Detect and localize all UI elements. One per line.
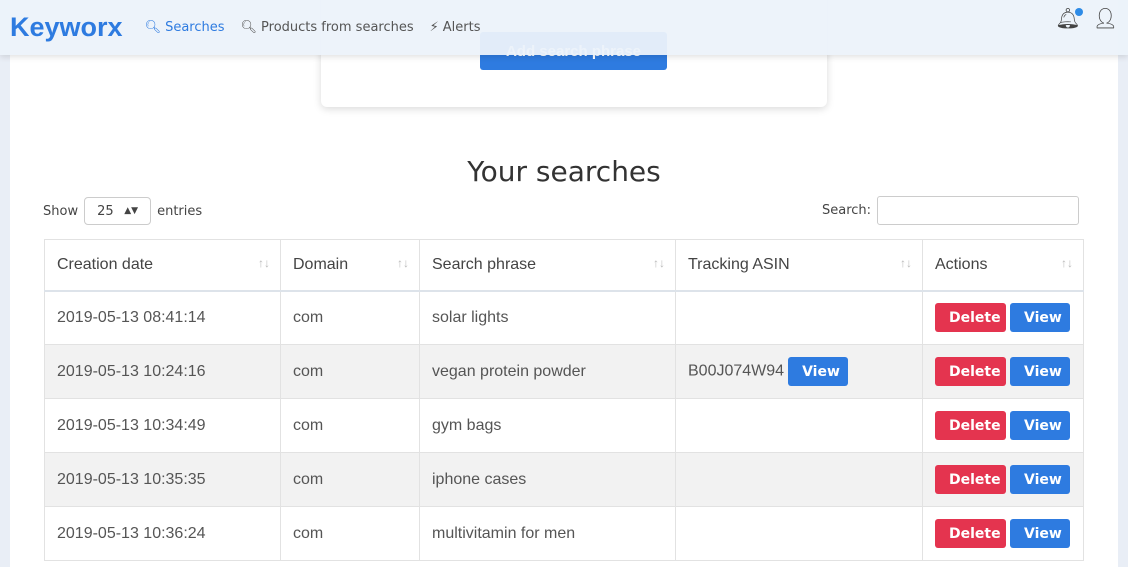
cell-tracking-asin: [675, 290, 923, 345]
cell-tracking-asin: B00J074W94 View: [675, 344, 923, 399]
bolt-icon: ⚡︎: [429, 20, 439, 35]
cell-creation-date: 2019-05-13 10:34:49: [44, 398, 281, 453]
user-icon[interactable]: 👤︎: [1093, 6, 1118, 30]
cell-tracking-asin: [675, 506, 923, 561]
table-row: 2019-05-13 10:36:24 com multivitamin for…: [44, 506, 1084, 561]
cell-creation-date: 2019-05-13 10:24:16: [44, 344, 281, 399]
search-icon: 🔍︎: [144, 20, 162, 35]
table-row: 2019-05-13 10:35:35 com iphone cases Del…: [44, 452, 1084, 507]
cell-actions: Delete View: [922, 344, 1084, 399]
cell-search-phrase: solar lights: [419, 290, 676, 345]
sort-icon: ↑↓: [1061, 256, 1073, 270]
cell-search-phrase: vegan protein powder: [419, 344, 676, 399]
table-row: 2019-05-13 10:24:16 com vegan protein po…: [44, 344, 1084, 399]
column-header-domain[interactable]: Domain ↑↓: [280, 239, 420, 292]
cell-tracking-asin: [675, 398, 923, 453]
cell-actions: Delete View: [922, 398, 1084, 453]
cell-actions: Delete View: [922, 506, 1084, 561]
notification-dot: [1074, 8, 1083, 16]
view-button[interactable]: View: [1010, 465, 1070, 494]
cell-actions: Delete View: [922, 290, 1084, 345]
column-header-search-phrase[interactable]: Search phrase ↑↓: [419, 239, 676, 292]
cell-search-phrase: iphone cases: [419, 452, 676, 507]
cell-domain: com: [280, 452, 420, 507]
delete-button[interactable]: Delete: [935, 465, 1006, 494]
cell-search-phrase: multivitamin for men: [419, 506, 676, 561]
table-row: 2019-05-13 10:34:49 com gym bags Delete V…: [44, 398, 1084, 453]
sort-icon: ↑↓: [653, 256, 665, 270]
page-title: Your searches: [467, 155, 661, 188]
view-button[interactable]: View: [1010, 303, 1070, 333]
table-search: Search:: [822, 196, 1080, 225]
cell-domain: com: [280, 506, 420, 561]
nav-products-from-searches[interactable]: 🔍︎ Products from searches: [241, 20, 414, 35]
cell-creation-date: 2019-05-13 10:36:24: [44, 506, 281, 561]
table-row: 2019-05-13 08:41:14 com solar lights Del…: [44, 290, 1084, 345]
cell-creation-date: 2019-05-13 10:35:35: [44, 452, 281, 507]
select-arrows-icon: ▲▼: [124, 206, 139, 216]
column-header-creation-date[interactable]: Creation date ↑↓: [44, 239, 281, 292]
cell-domain: com: [280, 398, 420, 453]
sort-icon: ↑↓: [258, 256, 270, 270]
sort-icon: ↑↓: [397, 256, 409, 270]
search-icon: 🔍︎: [240, 20, 258, 35]
delete-button[interactable]: Delete: [935, 411, 1006, 440]
logo[interactable]: Keyworx: [10, 12, 123, 43]
column-header-tracking-asin[interactable]: Tracking ASIN ↑↓: [675, 239, 923, 292]
nav-searches[interactable]: 🔍︎ Searches: [145, 20, 225, 35]
cell-tracking-asin: [675, 452, 923, 507]
view-button[interactable]: View: [1010, 411, 1070, 440]
searches-table: Creation date ↑↓ Domain ↑↓ Search phrase ↑↓…: [44, 239, 1084, 561]
cell-creation-date: 2019-05-13 08:41:14: [44, 290, 281, 345]
notifications-bell-icon[interactable]: 🔔︎: [1055, 6, 1083, 30]
view-button[interactable]: View: [1010, 357, 1070, 386]
delete-button[interactable]: Delete: [935, 357, 1006, 386]
navbar: Keyworx 🔍︎ Searches 🔍︎ Products from searc…: [0, 0, 1128, 55]
nav-alerts[interactable]: ⚡︎ Alerts: [430, 20, 481, 35]
delete-button[interactable]: Delete: [935, 519, 1006, 548]
cell-actions: Delete View: [922, 452, 1084, 507]
view-asin-button[interactable]: View: [788, 357, 849, 386]
sort-icon: ↑↓: [900, 256, 912, 270]
column-header-actions[interactable]: Actions ↑↓: [922, 239, 1084, 292]
entries-select[interactable]: 25 ▲▼: [84, 197, 152, 225]
cell-domain: com: [280, 290, 420, 345]
cell-search-phrase: gym bags: [419, 398, 676, 453]
search-input[interactable]: [877, 196, 1080, 225]
view-button[interactable]: View: [1010, 519, 1070, 548]
delete-button[interactable]: Delete: [935, 303, 1006, 333]
cell-domain: com: [280, 344, 420, 399]
entries-length-control: Show 25 ▲▼ entries: [43, 197, 202, 225]
